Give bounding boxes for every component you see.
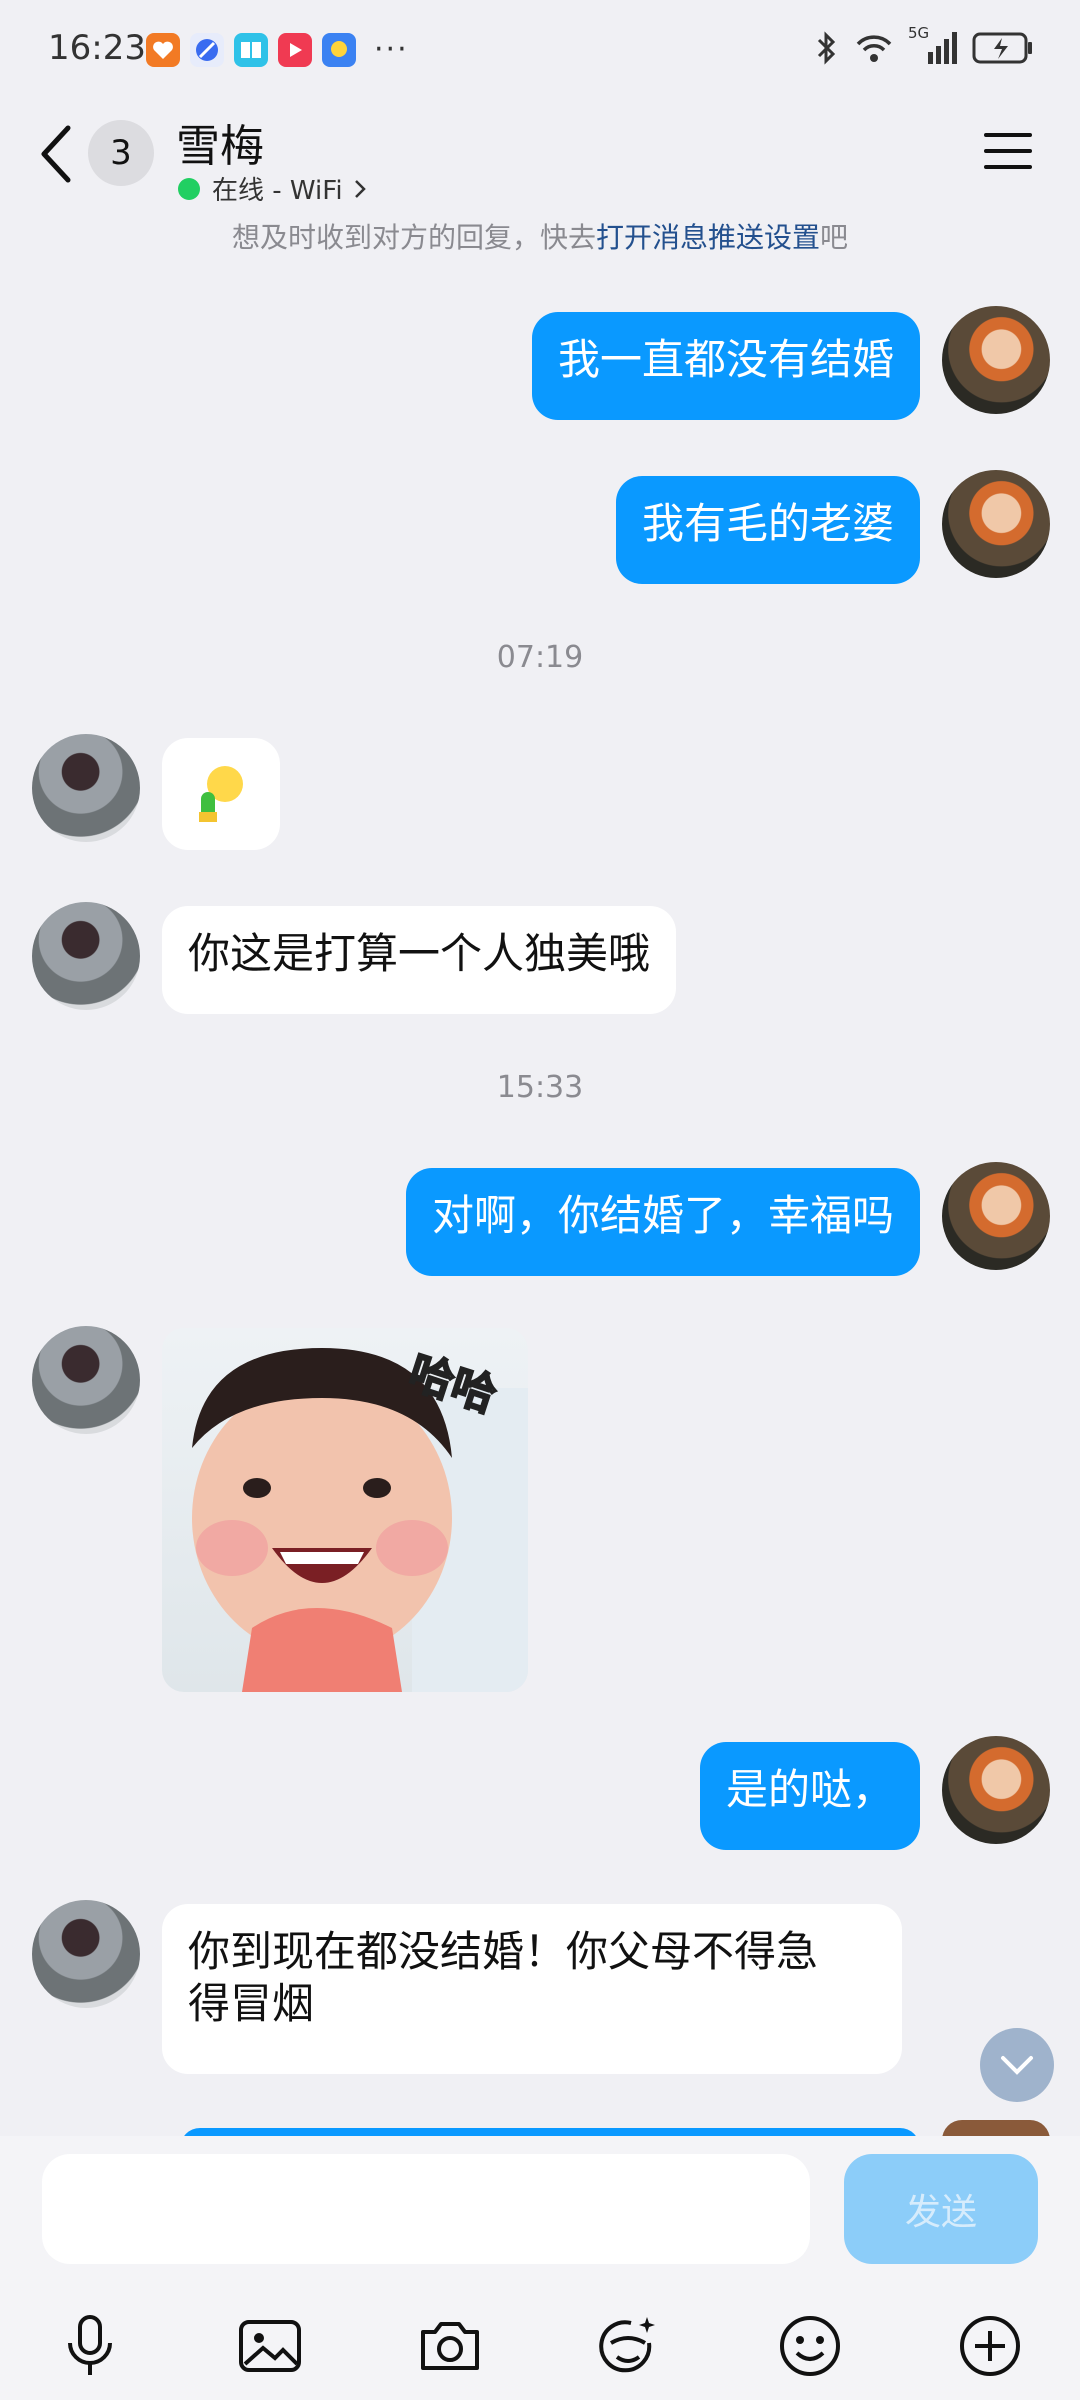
- message-bubble[interactable]: 我一直都没有结婚: [531, 312, 920, 420]
- contact-avatar[interactable]: [32, 1900, 140, 2008]
- my-avatar[interactable]: [942, 306, 1050, 414]
- push-tip-prefix: 想及时收到对方的回复，快去: [231, 221, 596, 254]
- message-bubble[interactable]: 你这是打算一个人独美哦: [162, 906, 677, 1014]
- microphone-icon: [68, 2315, 112, 2375]
- push-notification-tip: 想及时收到对方的回复，快去打开消息推送设置吧: [0, 216, 1080, 256]
- image-icon: [239, 2320, 301, 2372]
- contact-avatar[interactable]: [32, 902, 140, 1010]
- scroll-to-bottom-button[interactable]: [980, 2028, 1054, 2102]
- voice-button[interactable]: [52, 2308, 128, 2384]
- lightbulb-cactus-emoji: [199, 766, 243, 822]
- message-row-incoming: 你到现在都没结婚！你父母不得急 得冒烟: [0, 1900, 1080, 2076]
- message-line: 你到现在都没结婚！你父母不得急: [188, 1927, 819, 1976]
- status-app-icons: ···: [146, 32, 409, 67]
- presence-label: 在线 - WiFi: [212, 176, 343, 206]
- message-input[interactable]: [42, 2154, 810, 2264]
- message-bubble[interactable]: 你到现在都没结婚！你父母不得急 得冒烟: [162, 1904, 902, 2074]
- video-app-icon: [278, 32, 312, 67]
- status-bar: 16:23 ··· 5G: [0, 0, 1080, 100]
- input-toolbar: [0, 2296, 1080, 2396]
- cellular-signal-icon: 5G: [908, 24, 958, 66]
- message-row-incoming: [0, 734, 1080, 850]
- browser-app-icon: [190, 32, 224, 67]
- menu-button[interactable]: [980, 128, 1036, 174]
- timestamp-separator: 07:19: [496, 640, 584, 675]
- message-bubble[interactable]: 我有毛的老婆: [615, 476, 920, 584]
- timestamp-separator: 15:33: [496, 1070, 584, 1105]
- my-avatar[interactable]: [942, 1162, 1050, 1270]
- photo-button[interactable]: [232, 2308, 308, 2384]
- face-effect-button[interactable]: [590, 2308, 666, 2384]
- weather-app-icon: [322, 32, 356, 67]
- chevron-left-icon: [41, 125, 71, 183]
- emoji-button[interactable]: [772, 2308, 848, 2384]
- hamburger-menu-icon: [984, 133, 1032, 169]
- camera-icon: [421, 2322, 479, 2370]
- message-row-outgoing: 是的哒，: [0, 1736, 1080, 1850]
- emoji-message-bubble[interactable]: [162, 738, 280, 850]
- heart-app-icon: [146, 32, 180, 67]
- message-bubble[interactable]: 是的哒，: [699, 1742, 920, 1850]
- my-avatar[interactable]: [942, 470, 1050, 578]
- status-more-icon: ···: [374, 32, 409, 67]
- send-button[interactable]: 发送: [844, 2154, 1038, 2264]
- unread-count-badge[interactable]: 3: [88, 120, 154, 186]
- plus-icon: [960, 2316, 1020, 2376]
- book-app-icon: [234, 32, 268, 67]
- push-settings-link[interactable]: 打开消息推送设置: [596, 221, 820, 254]
- more-button[interactable]: [952, 2308, 1028, 2384]
- bluetooth-icon: [817, 31, 836, 65]
- message-bubble[interactable]: 对啊，你结婚了，幸福吗: [405, 1168, 920, 1276]
- presence-status[interactable]: 在线 - WiFi: [178, 170, 367, 207]
- emoji-icon: [780, 2316, 840, 2376]
- contact-avatar[interactable]: [32, 734, 140, 842]
- status-time: 16:23: [48, 28, 146, 68]
- face-edit-icon: [599, 2317, 655, 2373]
- push-tip-suffix: 吧: [820, 221, 849, 254]
- message-row-incoming: 你这是打算一个人独美哦: [0, 902, 1080, 1018]
- contact-name[interactable]: 雪梅: [176, 110, 264, 174]
- battery-charging-icon: [972, 32, 1032, 64]
- sticker-image[interactable]: 哈哈: [162, 1328, 528, 1692]
- back-button[interactable]: [32, 114, 82, 194]
- wifi-icon: [856, 35, 892, 62]
- chat-header: 3 雪梅 在线 - WiFi 想及时收到对方的回复，快去打开消息推送设置吧: [0, 100, 1080, 270]
- message-row-outgoing: 我有毛的老婆: [0, 470, 1080, 584]
- status-system-icons: 5G: [814, 24, 1034, 66]
- contact-avatar[interactable]: [32, 1326, 140, 1434]
- camera-button[interactable]: [412, 2308, 488, 2384]
- my-avatar[interactable]: [942, 1736, 1050, 1844]
- online-dot-icon: [178, 177, 200, 200]
- message-line: 得冒烟: [188, 1979, 315, 2028]
- message-row-outgoing: 对啊，你结婚了，幸福吗: [0, 1162, 1080, 1276]
- chevron-right-icon: [354, 179, 366, 198]
- chevron-down-icon: [1001, 2056, 1033, 2075]
- input-area: 发送: [0, 2136, 1080, 2400]
- message-row-incoming: 哈哈: [0, 1326, 1080, 1694]
- message-row-outgoing: 我一直都没有结婚: [0, 306, 1080, 420]
